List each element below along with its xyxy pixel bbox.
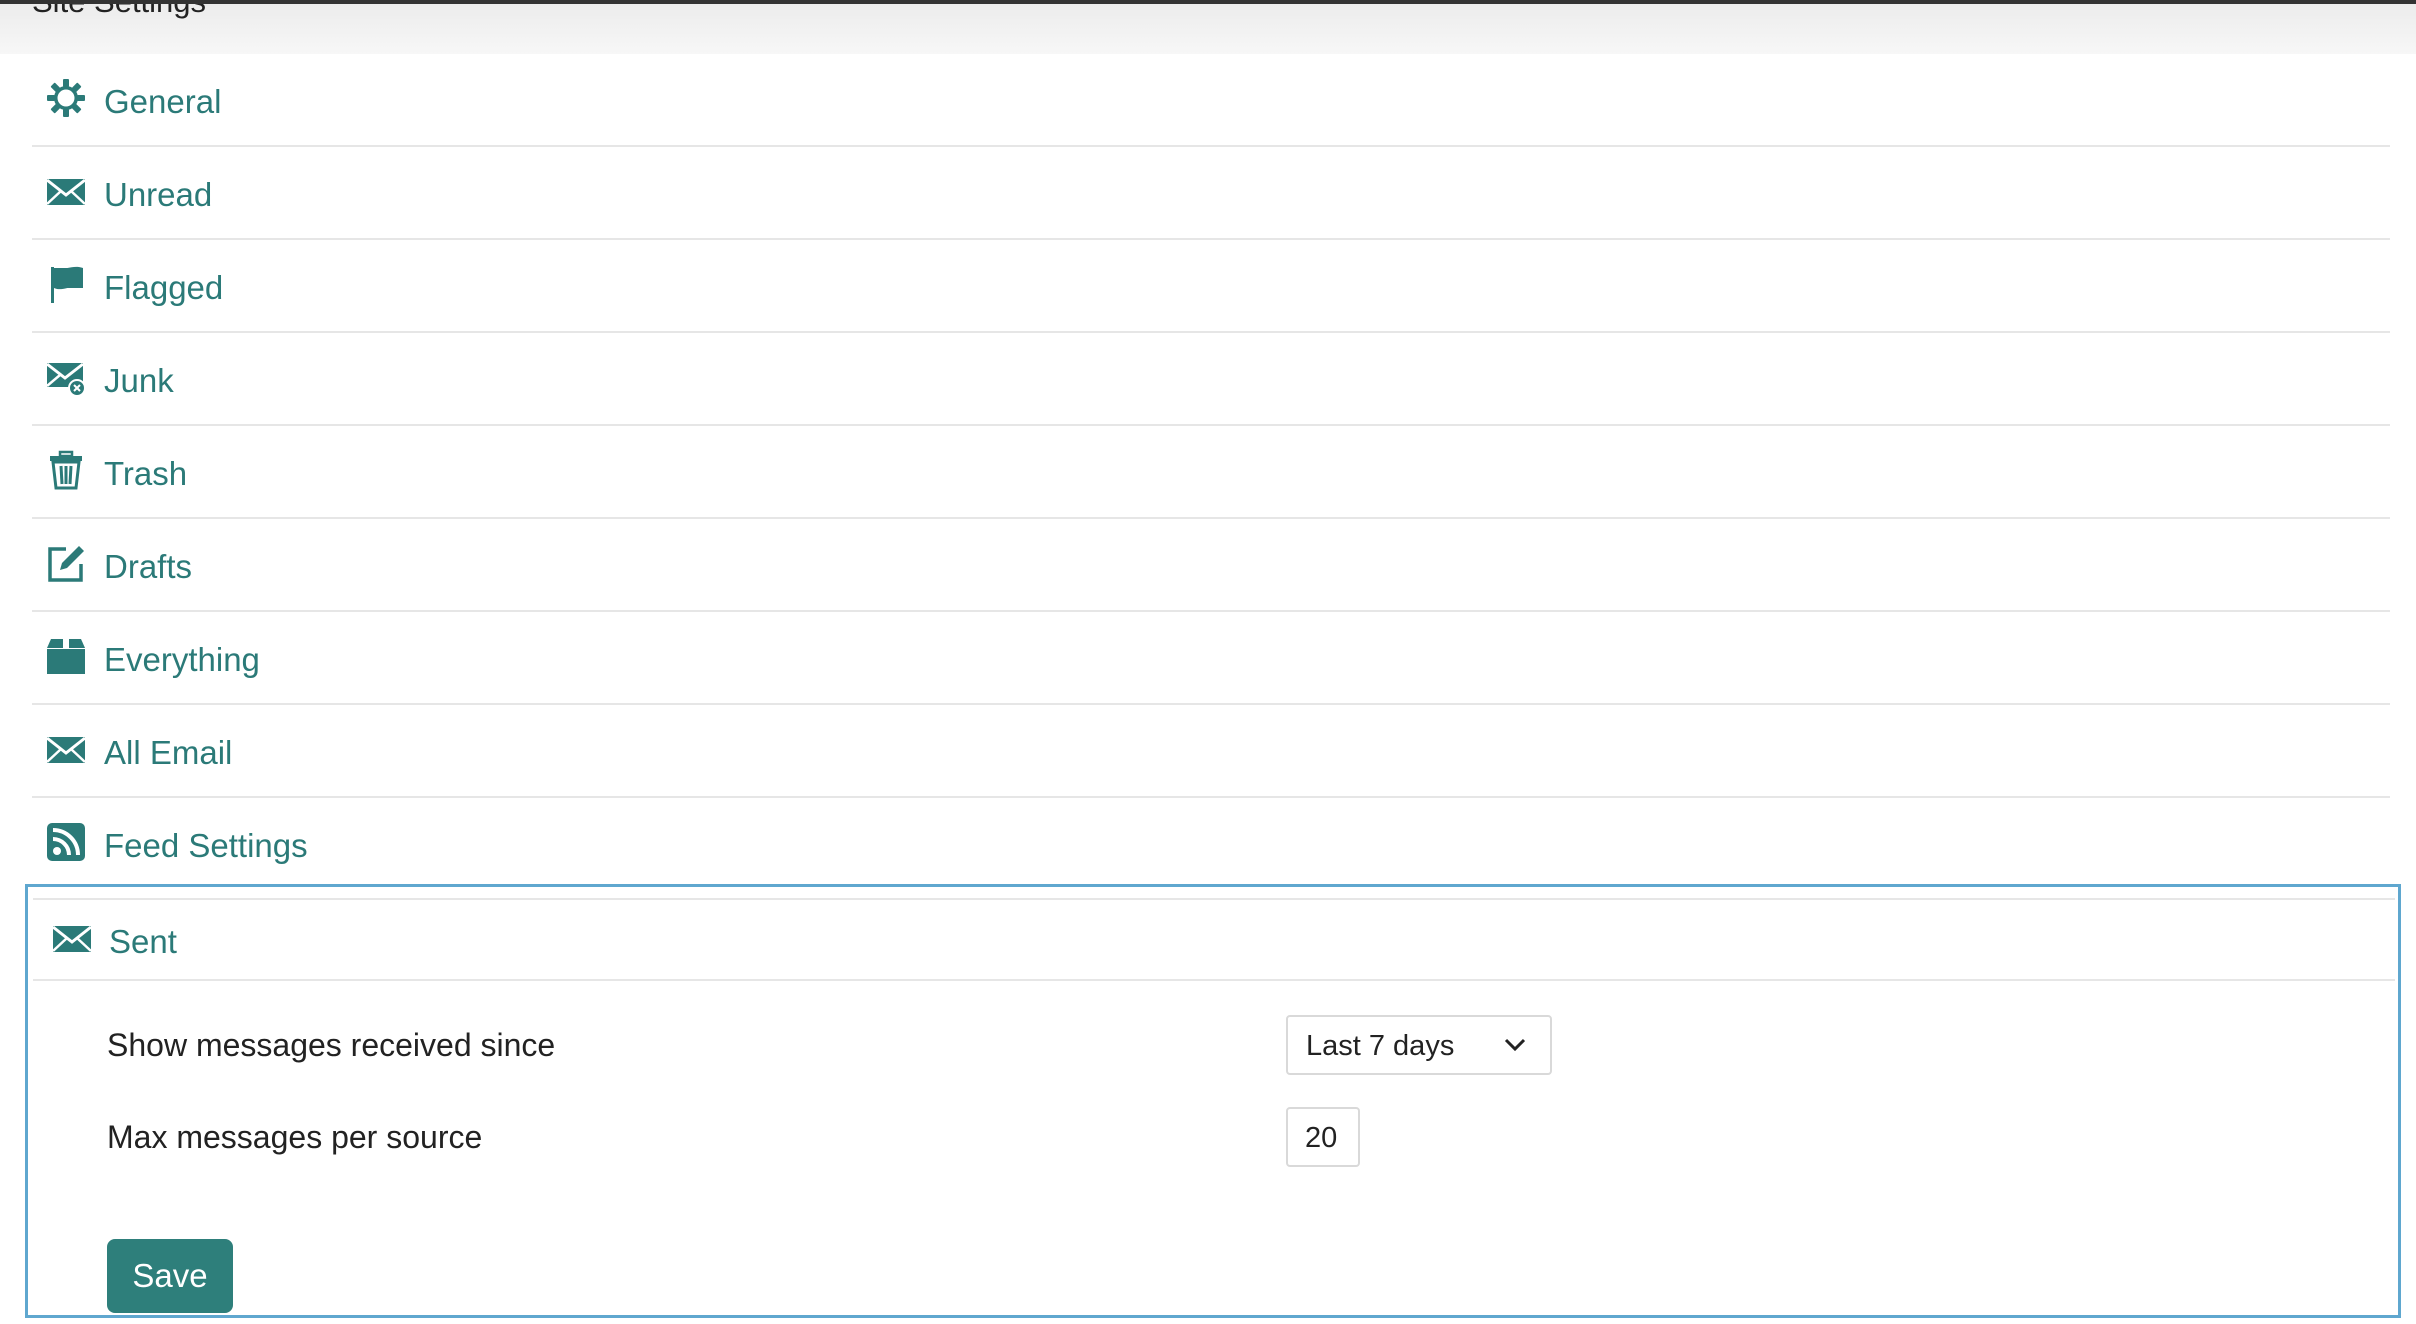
envelope-icon (46, 729, 86, 769)
max-setting-label: Max messages per source (107, 1119, 483, 1155)
section-label: Everything (104, 641, 260, 678)
envelope-icon (46, 171, 86, 211)
rss-icon (46, 822, 86, 862)
section-label: Junk (104, 362, 174, 399)
gear-icon (46, 78, 86, 118)
max-messages-input[interactable]: 20 (1286, 1107, 1360, 1167)
chevron-down-icon (1504, 1037, 1526, 1053)
section-label: Flagged (104, 269, 224, 306)
section-unread[interactable]: Unread (32, 147, 2390, 240)
section-label: All Email (104, 734, 233, 771)
section-general[interactable]: General (32, 54, 2390, 147)
section-everything[interactable]: Everything (32, 612, 2390, 705)
save-button[interactable]: Save (107, 1239, 233, 1313)
edit-icon (46, 543, 86, 583)
section-flagged[interactable]: Flagged (32, 240, 2390, 333)
section-label: Unread (104, 176, 213, 213)
section-label: Trash (104, 455, 188, 492)
section-drafts[interactable]: Drafts (32, 519, 2390, 612)
since-select[interactable]: Last 7 days (1286, 1015, 1552, 1075)
box-icon (46, 636, 86, 676)
page-title: Site Settings (32, 0, 207, 19)
section-label: Drafts (104, 548, 193, 585)
section-sent[interactable]: Sent (33, 898, 2395, 981)
section-label: Feed Settings (104, 827, 308, 864)
section-feed-settings[interactable]: Feed Settings (32, 798, 2390, 891)
max-messages-value: 20 (1305, 1122, 1338, 1154)
since-setting-label: Show messages received since (107, 1027, 556, 1063)
section-trash[interactable]: Trash (32, 426, 2390, 519)
since-select-value: Last 7 days (1306, 1030, 1455, 1062)
section-junk[interactable]: Junk (32, 333, 2390, 426)
trash-icon (46, 450, 86, 490)
section-label: General (104, 83, 222, 120)
sent-section-panel: Sent Show messages received since Last 7… (25, 884, 2401, 1318)
settings-section-list: General Unread Flagged Junk Trash Drafts… (32, 54, 2390, 891)
section-label: Sent (109, 923, 177, 960)
settings-header-bar: Site Settings (0, 0, 2416, 54)
junk-envelope-icon (46, 357, 86, 397)
section-all-email[interactable]: All Email (32, 705, 2390, 798)
envelope-icon (52, 918, 92, 958)
flag-icon (46, 264, 86, 304)
